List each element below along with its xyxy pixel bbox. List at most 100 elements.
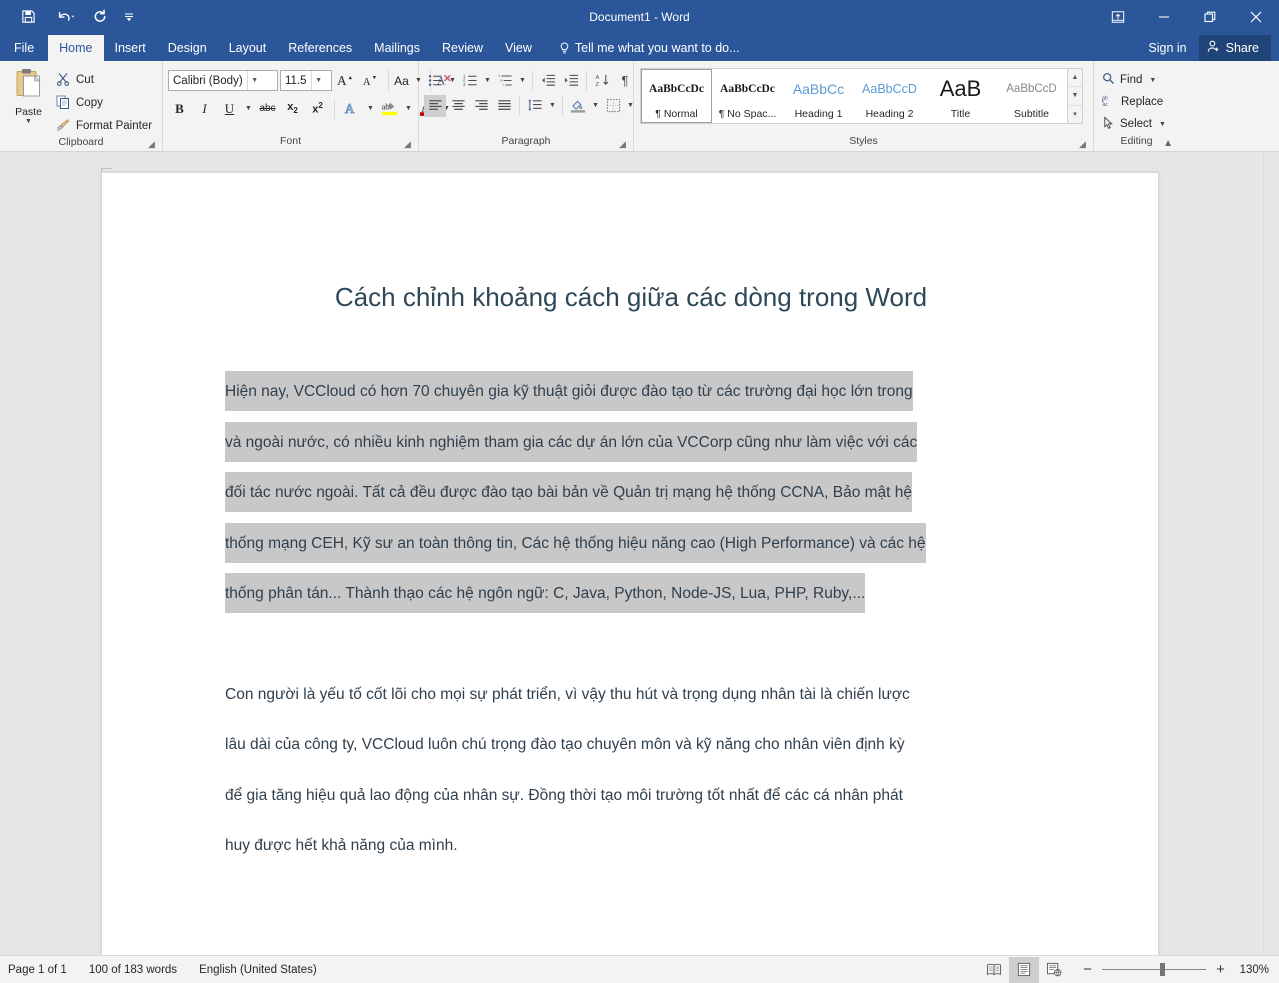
align-right-button[interactable]	[470, 95, 492, 117]
page-indicator[interactable]: Page 1 of 1	[8, 964, 67, 976]
collapse-ribbon-icon[interactable]: ▲	[1163, 138, 1173, 149]
chevron-down-icon[interactable]: ▼	[365, 105, 376, 112]
ribbon-display-options-icon[interactable]	[1095, 0, 1141, 33]
document-page[interactable]: Cách chỉnh khoảng cách giữa các dòng tro…	[101, 172, 1159, 955]
chevron-down-icon[interactable]: ▼	[310, 71, 326, 90]
subscript-button[interactable]: x2	[281, 97, 304, 120]
scroll-down-icon[interactable]: ▼	[1068, 87, 1082, 106]
zoom-in-button[interactable]: +	[1214, 961, 1227, 978]
chevron-down-icon[interactable]: ▼	[547, 102, 558, 109]
paragraph-selected[interactable]: Hiện nay, VCCloud có hơn 70 chuyên gia k…	[225, 367, 1037, 620]
sign-in-button[interactable]: Sign in	[1136, 35, 1198, 61]
vertical-scrollbar[interactable]	[1263, 152, 1279, 955]
tab-references[interactable]: References	[277, 35, 363, 61]
text-effects-button[interactable]: A	[340, 97, 363, 120]
find-button[interactable]: Find ▼	[1099, 69, 1161, 91]
select-button[interactable]: Select ▼	[1099, 113, 1171, 135]
superscript-button[interactable]: x2	[306, 97, 329, 120]
style-no-spacing[interactable]: AaBbCcDc ¶ No Spac...	[712, 69, 783, 123]
close-icon[interactable]	[1233, 0, 1279, 33]
tab-view[interactable]: View	[494, 35, 543, 61]
customize-qat-icon[interactable]	[122, 5, 136, 29]
tab-insert[interactable]: Insert	[104, 35, 157, 61]
tab-review[interactable]: Review	[431, 35, 494, 61]
replace-button[interactable]: ab ac Replace	[1099, 91, 1166, 113]
chevron-down-icon[interactable]: ▼	[590, 102, 601, 109]
font-dialog-launcher[interactable]: ◢	[402, 139, 413, 150]
tab-mailings[interactable]: Mailings	[363, 35, 431, 61]
zoom-out-button[interactable]: −	[1081, 961, 1094, 978]
undo-icon[interactable]	[50, 5, 78, 29]
chevron-down-icon[interactable]: ▼	[246, 71, 262, 90]
style-heading-1[interactable]: AaBbCc Heading 1	[783, 69, 854, 123]
zoom-slider[interactable]	[1102, 963, 1206, 977]
strikethrough-button[interactable]: abc	[256, 97, 279, 120]
change-case-button[interactable]: Aa	[388, 69, 411, 92]
word-count[interactable]: 100 of 183 words	[89, 964, 177, 976]
print-layout-button[interactable]	[1009, 956, 1039, 983]
sort-button[interactable]: AZ	[591, 70, 613, 92]
scroll-up-icon[interactable]: ▲	[1068, 69, 1082, 88]
chevron-down-icon[interactable]: ▼	[1147, 77, 1158, 84]
decrease-indent-button[interactable]	[537, 70, 559, 92]
language-indicator[interactable]: English (United States)	[199, 964, 317, 976]
format-painter-button[interactable]: Format Painter	[52, 116, 156, 136]
save-icon[interactable]	[16, 5, 40, 29]
align-left-button[interactable]	[424, 94, 446, 117]
show-formatting-marks-button[interactable]: ¶	[614, 70, 636, 92]
chevron-down-icon[interactable]: ▼	[482, 77, 493, 84]
shading-button[interactable]	[567, 95, 589, 117]
grow-font-button[interactable]: A	[334, 69, 357, 92]
more-styles-icon[interactable]: ▾	[1068, 105, 1082, 123]
italic-button[interactable]: I	[193, 97, 216, 120]
copy-button[interactable]: Copy	[52, 93, 156, 113]
document-canvas[interactable]: Cách chỉnh khoảng cách giữa các dòng tro…	[0, 152, 1279, 955]
tab-file[interactable]: File	[0, 35, 48, 61]
tell-me-box[interactable]: Tell me what you want to do...	[549, 35, 750, 61]
tab-home[interactable]: Home	[48, 35, 104, 61]
borders-button[interactable]	[602, 95, 624, 117]
zoom-slider-thumb[interactable]	[1160, 963, 1165, 976]
document-body[interactable]: Cách chỉnh khoảng cách giữa các dòng tro…	[225, 277, 1037, 872]
paragraph-second[interactable]: Con người là yếu tố cốt lõi cho mọi sự p…	[225, 670, 1037, 872]
chevron-down-icon[interactable]: ▼	[243, 105, 254, 112]
numbering-button[interactable]: 123	[459, 70, 481, 92]
justify-button[interactable]	[493, 95, 515, 117]
bullets-button[interactable]	[424, 70, 446, 92]
underline-button[interactable]: U	[218, 97, 241, 120]
styles-dialog-launcher[interactable]: ◢	[1077, 139, 1088, 150]
share-person-icon	[1207, 40, 1221, 56]
chevron-down-icon[interactable]: ▼	[403, 105, 414, 112]
line-spacing-button[interactable]	[524, 95, 546, 117]
align-center-button[interactable]	[447, 95, 469, 117]
paste-button[interactable]: Paste ▼	[5, 66, 52, 125]
text-highlight-color-button[interactable]: ab	[378, 97, 401, 120]
read-mode-button[interactable]	[979, 957, 1009, 983]
minimize-icon[interactable]	[1141, 0, 1187, 33]
divider	[334, 98, 335, 119]
style-title[interactable]: AaB Title	[925, 69, 996, 123]
cut-button[interactable]: Cut	[52, 70, 156, 90]
chevron-down-icon[interactable]: ▼	[25, 118, 32, 125]
style-heading-2[interactable]: AaBbCcD Heading 2	[854, 69, 925, 123]
restore-icon[interactable]	[1187, 0, 1233, 33]
web-layout-button[interactable]	[1039, 957, 1069, 983]
tab-layout[interactable]: Layout	[218, 35, 278, 61]
redo-icon[interactable]	[88, 5, 112, 29]
font-size-combo[interactable]: 11.5 ▼	[280, 70, 332, 91]
style-subtitle[interactable]: AaBbCcD Subtitle	[996, 69, 1067, 123]
increase-indent-button[interactable]	[560, 70, 582, 92]
shrink-font-button[interactable]: A	[359, 69, 382, 92]
font-name-combo[interactable]: Calibri (Body) ▼	[168, 70, 278, 91]
zoom-level[interactable]: 130%	[1235, 964, 1269, 976]
chevron-down-icon[interactable]: ▼	[1157, 121, 1168, 128]
chevron-down-icon[interactable]: ▼	[447, 77, 458, 84]
tab-design[interactable]: Design	[157, 35, 218, 61]
bold-button[interactable]: B	[168, 97, 191, 120]
share-button[interactable]: Share	[1198, 35, 1271, 61]
style-normal[interactable]: AaBbCcDc ¶ Normal	[641, 69, 712, 123]
clipboard-dialog-launcher[interactable]: ◢	[146, 139, 157, 150]
chevron-down-icon[interactable]: ▼	[517, 77, 528, 84]
paragraph-dialog-launcher[interactable]: ◢	[617, 139, 628, 150]
multilevel-list-button[interactable]: 1ai	[494, 70, 516, 92]
